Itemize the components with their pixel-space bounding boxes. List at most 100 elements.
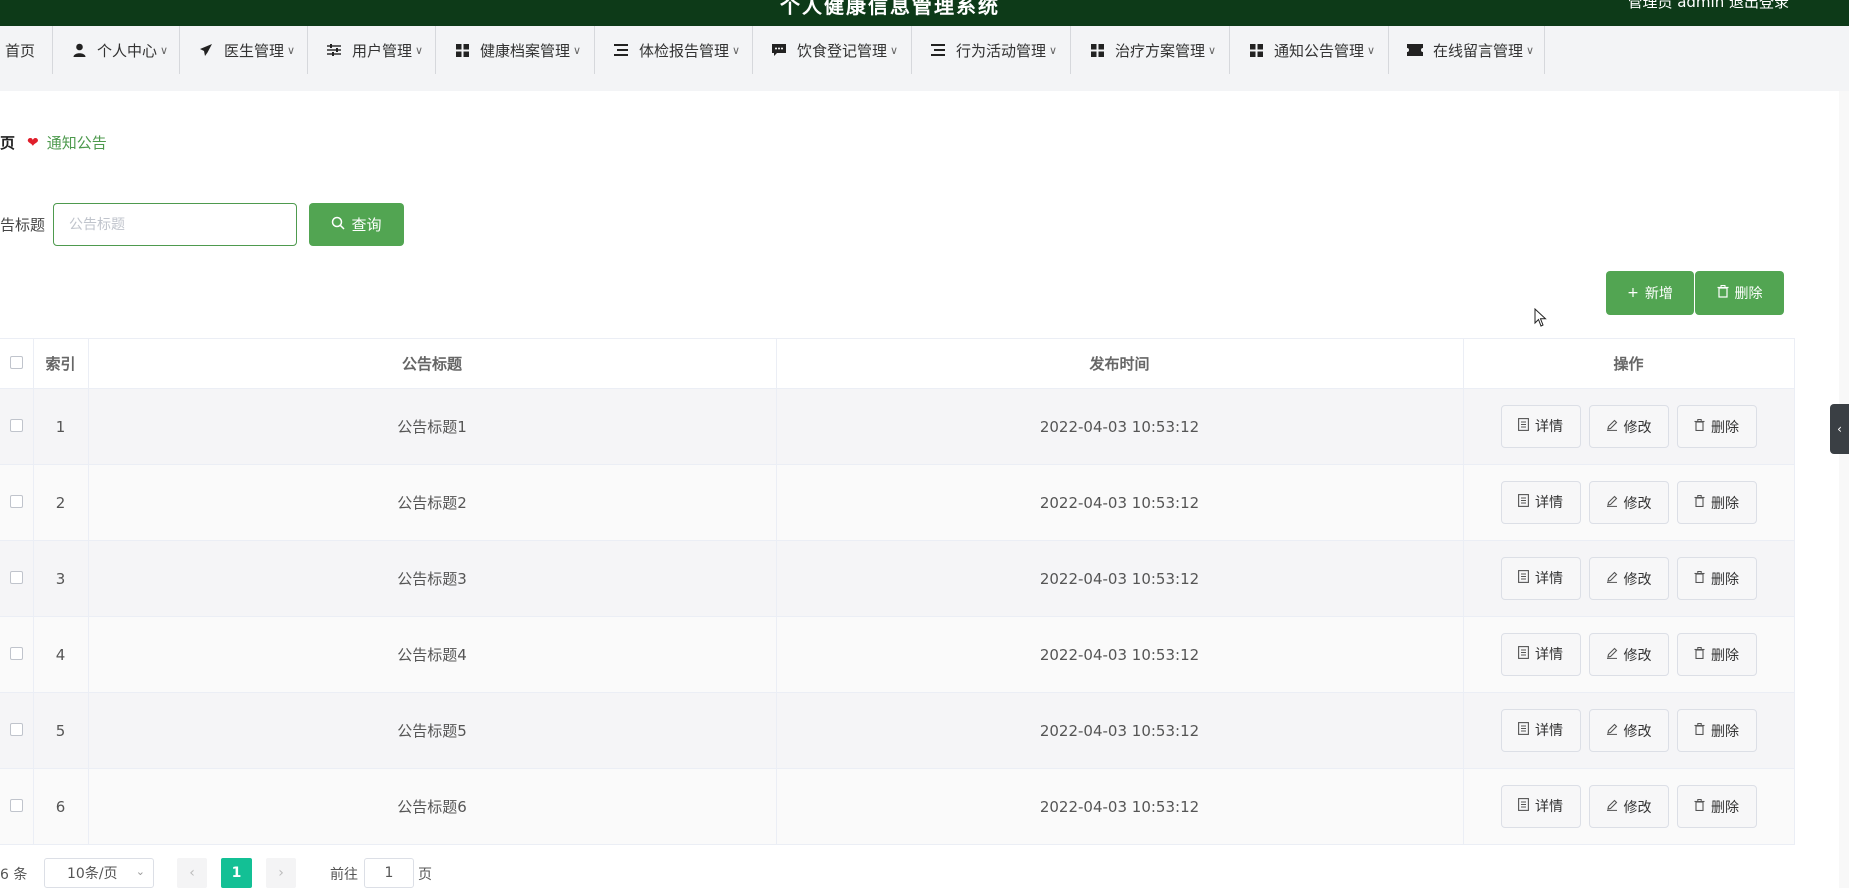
nav-item-label: 首页 xyxy=(5,41,36,60)
delete-button[interactable]: 删除 xyxy=(1676,557,1757,601)
nav-item-1[interactable]: 个人中心 ∨ xyxy=(53,26,180,74)
user-info[interactable]: 管理员 admin 退出登录 xyxy=(1627,0,1789,12)
heart-icon: ❤ xyxy=(27,134,39,151)
edit-button[interactable]: 修改 xyxy=(1588,481,1669,525)
batch-delete-button[interactable]: 删除 xyxy=(1695,271,1784,315)
delete-button[interactable]: 删除 xyxy=(1676,405,1757,449)
search-button-label: 查询 xyxy=(351,216,382,234)
row-checkbox[interactable] xyxy=(9,798,23,812)
row-actions: 详情 修改 删除 xyxy=(1463,616,1795,693)
nav-item-5[interactable]: 体检报告管理 ∨ xyxy=(595,26,753,74)
row-title: 公告标题5 xyxy=(88,692,777,769)
detail-button[interactable]: 详情 xyxy=(1500,404,1581,448)
row-title: 公告标题6 xyxy=(88,768,777,845)
row-time: 2022-04-03 10:53:12 xyxy=(776,540,1464,617)
row-select-cell[interactable] xyxy=(0,692,34,769)
delete-button[interactable]: 删除 xyxy=(1676,481,1757,525)
detail-label: 详情 xyxy=(1535,723,1563,740)
detail-button[interactable]: 详情 xyxy=(1500,632,1581,676)
delete-button[interactable]: 删除 xyxy=(1676,633,1757,677)
nav-item-2[interactable]: 医生管理 ∨ xyxy=(180,26,308,74)
chevron-down-icon: ∨ xyxy=(415,43,424,57)
row-select-cell[interactable] xyxy=(0,388,34,465)
row-select-cell[interactable] xyxy=(0,464,34,541)
page-number-current[interactable]: 1 xyxy=(221,858,252,888)
nav-item-9[interactable]: 通知公告管理 ∨ xyxy=(1230,26,1389,74)
pencil-icon xyxy=(1606,647,1618,663)
edit-button[interactable]: 修改 xyxy=(1588,405,1669,449)
nav-item-10[interactable]: 在线留言管理 ∨ xyxy=(1389,26,1545,74)
grid-icon xyxy=(1248,42,1264,58)
chevron-down-icon: ∨ xyxy=(1208,43,1217,57)
detail-label: 详情 xyxy=(1535,571,1563,588)
row-select-cell[interactable] xyxy=(0,616,34,693)
page-suffix: 页 xyxy=(418,867,432,883)
row-checkbox[interactable] xyxy=(9,722,23,736)
nav-item-4[interactable]: 健康档案管理 ∨ xyxy=(436,26,595,74)
row-checkbox[interactable] xyxy=(9,494,23,508)
side-collapse-tab[interactable]: ‹ xyxy=(1830,404,1849,454)
select-all-cell[interactable] xyxy=(0,338,34,389)
grid-icon xyxy=(1089,42,1105,58)
grid-icon xyxy=(454,42,470,58)
detail-label: 详情 xyxy=(1535,495,1563,512)
detail-button[interactable]: 详情 xyxy=(1500,708,1581,752)
trash-icon xyxy=(1717,284,1729,302)
list-icon xyxy=(930,42,946,58)
row-actions: 详情 修改 删除 xyxy=(1463,692,1795,769)
table-row: 6 公告标题6 2022-04-03 10:53:12 详情 修改 删除 xyxy=(0,768,1795,845)
edit-button[interactable]: 修改 xyxy=(1588,633,1669,677)
detail-button[interactable]: 详情 xyxy=(1500,556,1581,600)
row-time: 2022-04-03 10:53:12 xyxy=(776,616,1464,693)
document-icon xyxy=(1518,417,1529,435)
header-actions: 操作 xyxy=(1463,338,1795,389)
nav-item-label: 用户管理 xyxy=(352,41,413,60)
header-bar: 个人健康信息管理系统 管理员 admin 退出登录 xyxy=(0,0,1849,26)
document-icon xyxy=(1518,645,1529,663)
row-select-cell[interactable] xyxy=(0,768,34,845)
goto-page-input[interactable]: 1 xyxy=(364,858,414,888)
nav-item-label: 通知公告管理 xyxy=(1274,41,1365,60)
nav-item-6[interactable]: 饮食登记管理 ∨ xyxy=(753,26,912,74)
page-size-value: 10条/页 xyxy=(67,866,118,882)
delete-button[interactable]: 删除 xyxy=(1676,785,1757,829)
row-checkbox[interactable] xyxy=(9,418,23,432)
total-count: 6 条 xyxy=(0,867,28,883)
batch-delete-label: 删除 xyxy=(1734,286,1763,302)
row-checkbox[interactable] xyxy=(9,570,23,584)
nav-item-3[interactable]: 用户管理 ∨ xyxy=(308,26,436,74)
edit-button[interactable]: 修改 xyxy=(1588,785,1669,829)
add-button[interactable]: + 新增 xyxy=(1606,271,1694,315)
select-all-checkbox[interactable] xyxy=(9,355,23,369)
nav-item-7[interactable]: 行为活动管理 ∨ xyxy=(912,26,1071,74)
delete-button[interactable]: 删除 xyxy=(1676,709,1757,753)
table-row: 4 公告标题4 2022-04-03 10:53:12 详情 修改 删除 xyxy=(0,616,1795,693)
header-time: 发布时间 xyxy=(776,338,1464,389)
nav-item-label: 体检报告管理 xyxy=(639,41,730,60)
delete-label: 删除 xyxy=(1711,799,1739,816)
search-input[interactable] xyxy=(53,203,297,246)
app-title: 个人健康信息管理系统 xyxy=(780,0,1000,18)
document-icon xyxy=(1518,721,1529,739)
goto-label: 前往 xyxy=(330,867,358,883)
paper-plane-icon xyxy=(198,42,214,58)
next-page-button[interactable]: › xyxy=(266,858,296,888)
detail-button[interactable]: 详情 xyxy=(1500,480,1581,524)
nav-item-0[interactable]: 首页 xyxy=(0,26,53,74)
pencil-icon xyxy=(1606,723,1618,739)
page-size-select[interactable]: 10条/页 ⌄ xyxy=(44,858,154,888)
list-icon xyxy=(613,42,629,58)
edit-button[interactable]: 修改 xyxy=(1588,557,1669,601)
row-select-cell[interactable] xyxy=(0,540,34,617)
prev-page-button[interactable]: ‹ xyxy=(177,858,207,888)
row-index: 6 xyxy=(33,768,89,845)
table-row: 1 公告标题1 2022-04-03 10:53:12 详情 修改 删除 xyxy=(0,388,1795,465)
row-index: 2 xyxy=(33,464,89,541)
breadcrumb-home[interactable]: 页 xyxy=(0,132,15,153)
search-button[interactable]: 查询 xyxy=(309,203,404,246)
edit-button[interactable]: 修改 xyxy=(1588,709,1669,753)
nav-item-8[interactable]: 治疗方案管理 ∨ xyxy=(1071,26,1230,74)
top-nav: 首页 个人中心 ∨ 医生管理 ∨ 用户管理 ∨ 健康档案管理 ∨ 体检报告管理 ∨ 饮食登记管理 ∨ 行为… xyxy=(0,26,1849,91)
row-checkbox[interactable] xyxy=(9,646,23,660)
detail-button[interactable]: 详情 xyxy=(1500,784,1581,828)
